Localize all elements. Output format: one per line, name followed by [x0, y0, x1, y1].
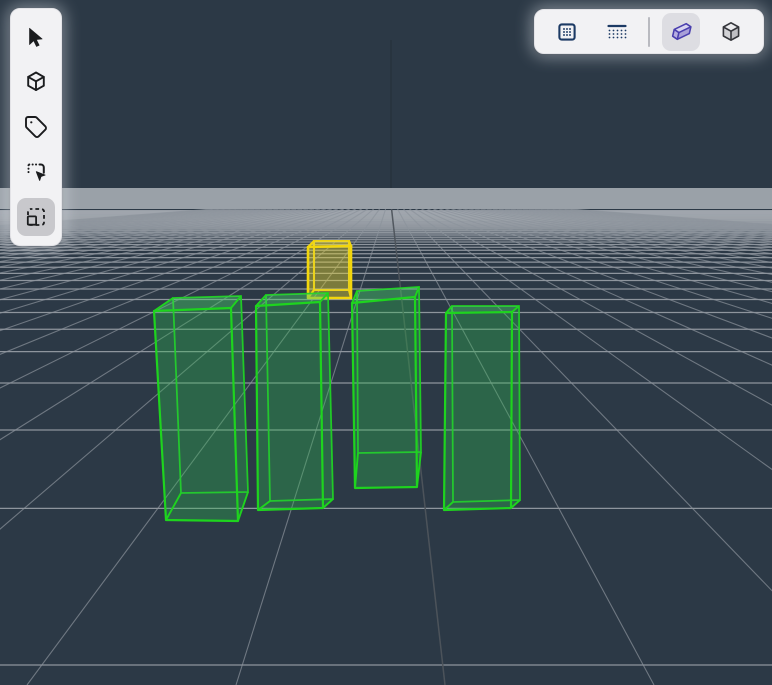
left-toolbar [10, 8, 62, 246]
annotation-box-2[interactable] [256, 293, 333, 510]
cube-view-button[interactable] [712, 13, 750, 51]
tag-icon [24, 115, 48, 139]
scene-3d-viewport[interactable] [0, 0, 772, 685]
toolbar-divider [648, 17, 650, 47]
dashed-select-pointer-icon [24, 160, 48, 184]
cube-icon [24, 70, 48, 94]
pointer-tool-button[interactable] [17, 18, 55, 56]
points-plane-icon [605, 20, 629, 44]
annotation-box-1[interactable] [154, 296, 248, 521]
annotation-box-4[interactable] [444, 306, 520, 510]
resize-frame-icon [24, 205, 48, 229]
points-in-box-view-button[interactable] [548, 13, 586, 51]
cube-outline-icon [719, 20, 743, 44]
tag-tool-button[interactable] [17, 108, 55, 146]
view-toolbar [534, 9, 764, 54]
annotation-box-3[interactable] [352, 287, 421, 488]
area-select-tool-button[interactable] [17, 153, 55, 191]
annotation-app [0, 0, 772, 685]
perspective-box-view-button[interactable] [662, 13, 700, 51]
cursor-icon [24, 25, 48, 49]
points-in-box-icon [555, 20, 579, 44]
annotation-box-selected[interactable] [308, 241, 351, 298]
points-ground-view-button[interactable] [598, 13, 636, 51]
horizon-band [0, 188, 772, 209]
cuboid-3d-icon [669, 19, 694, 44]
transform-box-tool-button[interactable] [17, 198, 55, 236]
cuboid-tool-button[interactable] [17, 63, 55, 101]
